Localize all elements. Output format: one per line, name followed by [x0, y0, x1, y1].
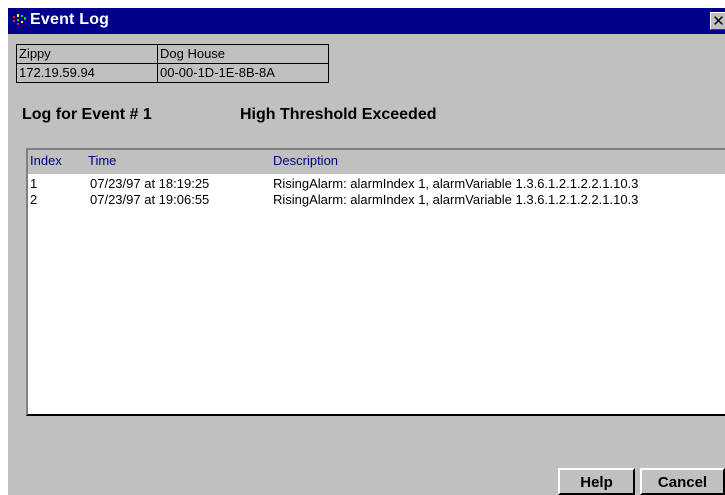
device-ip: 172.19.59.94 — [16, 63, 158, 83]
row-index: 1 — [30, 176, 38, 191]
event-log-list[interactable]: Index Time Description 1 07/23/97 at 18:… — [26, 148, 725, 416]
list-body[interactable]: 1 07/23/97 at 18:19:25 RisingAlarm: alar… — [28, 174, 725, 414]
column-header-index[interactable]: Index — [30, 153, 62, 168]
row-description: RisingAlarm: alarmIndex 1, alarmVariable… — [273, 192, 639, 207]
event-log-app-icon — [13, 14, 26, 25]
device-mac: 00-00-1D-1E-8B-8A — [157, 63, 329, 83]
column-header-time[interactable]: Time — [88, 153, 116, 168]
event-heading: Log for Event # 1 High Threshold Exceede… — [22, 106, 436, 124]
row-description: RisingAlarm: alarmIndex 1, alarmVariable… — [273, 176, 639, 191]
event-log-window: Event Log ✕ Zippy Dog House 172.19.59.94… — [8, 8, 725, 495]
list-header: Index Time Description — [28, 150, 725, 172]
event-description: High Threshold Exceeded — [240, 106, 437, 123]
row-index: 2 — [30, 192, 38, 207]
help-button[interactable]: Help — [558, 468, 635, 495]
column-header-description[interactable]: Description — [273, 153, 338, 168]
device-name: Zippy — [16, 44, 158, 64]
table-row[interactable]: 1 07/23/97 at 18:19:25 RisingAlarm: alar… — [28, 176, 725, 192]
device-location: Dog House — [157, 44, 329, 64]
close-button[interactable]: ✕ — [710, 12, 725, 30]
cancel-button[interactable]: Cancel — [640, 468, 725, 495]
window-title: Event Log — [30, 11, 110, 28]
close-icon: ✕ — [712, 13, 725, 30]
device-info-row: Zippy Dog House — [16, 44, 329, 64]
title-bar[interactable]: Event Log ✕ — [8, 8, 725, 34]
row-time: 07/23/97 at 18:19:25 — [90, 176, 210, 191]
row-time: 07/23/97 at 19:06:55 — [90, 192, 210, 207]
event-label: Log for Event # 1 — [22, 106, 152, 123]
table-row[interactable]: 2 07/23/97 at 19:06:55 RisingAlarm: alar… — [28, 192, 725, 208]
device-info-table: Zippy Dog House 172.19.59.94 00-00-1D-1E… — [16, 44, 329, 83]
device-info-row: 172.19.59.94 00-00-1D-1E-8B-8A — [16, 63, 329, 83]
